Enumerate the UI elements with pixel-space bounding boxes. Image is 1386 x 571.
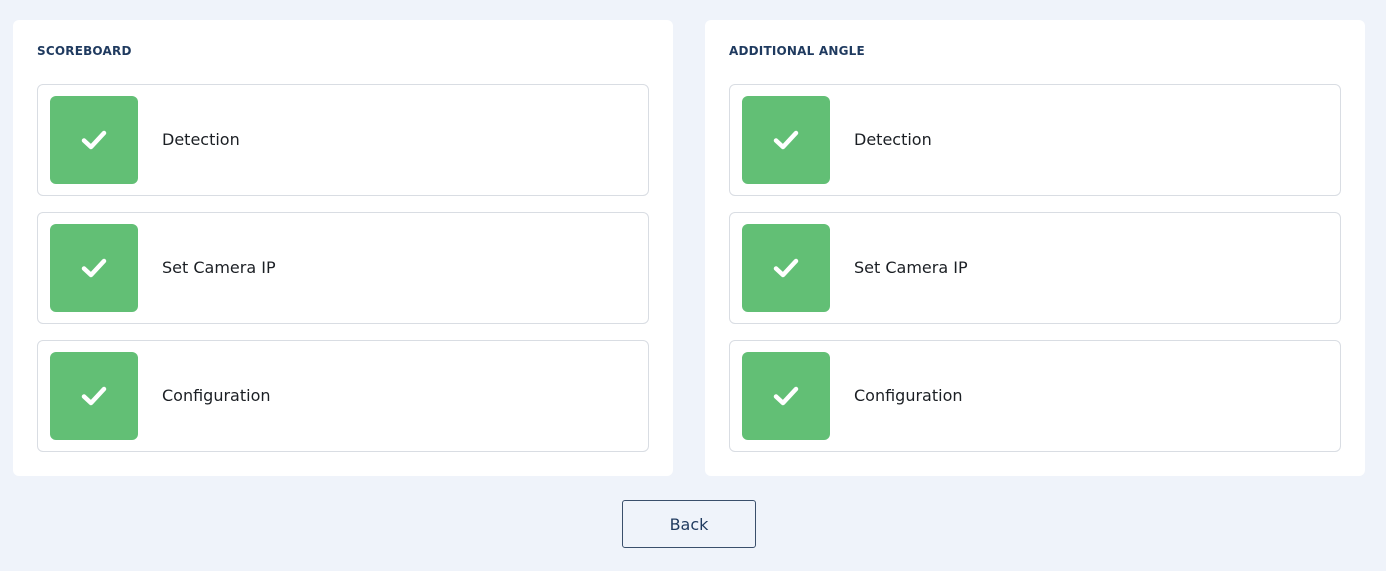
step-label: Set Camera IP [162, 258, 276, 277]
back-button[interactable]: Back [622, 500, 756, 548]
step-label: Configuration [162, 386, 271, 405]
step-detection: Detection [37, 84, 649, 196]
additional-angle-panel: ADDITIONAL ANGLE Detection Set Camera IP… [705, 20, 1365, 476]
step-set-camera-ip: Set Camera IP [37, 212, 649, 324]
step-label: Detection [854, 130, 932, 149]
panel-title: SCOREBOARD [37, 44, 132, 58]
step-label: Configuration [854, 386, 963, 405]
check-icon [50, 96, 138, 184]
step-label: Set Camera IP [854, 258, 968, 277]
check-icon [742, 96, 830, 184]
step-configuration: Configuration [37, 340, 649, 452]
check-icon [742, 224, 830, 312]
check-icon [50, 352, 138, 440]
panel-title: ADDITIONAL ANGLE [729, 44, 865, 58]
step-detection: Detection [729, 84, 1341, 196]
check-icon [50, 224, 138, 312]
step-set-camera-ip: Set Camera IP [729, 212, 1341, 324]
step-configuration: Configuration [729, 340, 1341, 452]
scoreboard-panel: SCOREBOARD Detection Set Camera IP Confi… [13, 20, 673, 476]
step-label: Detection [162, 130, 240, 149]
check-icon [742, 352, 830, 440]
